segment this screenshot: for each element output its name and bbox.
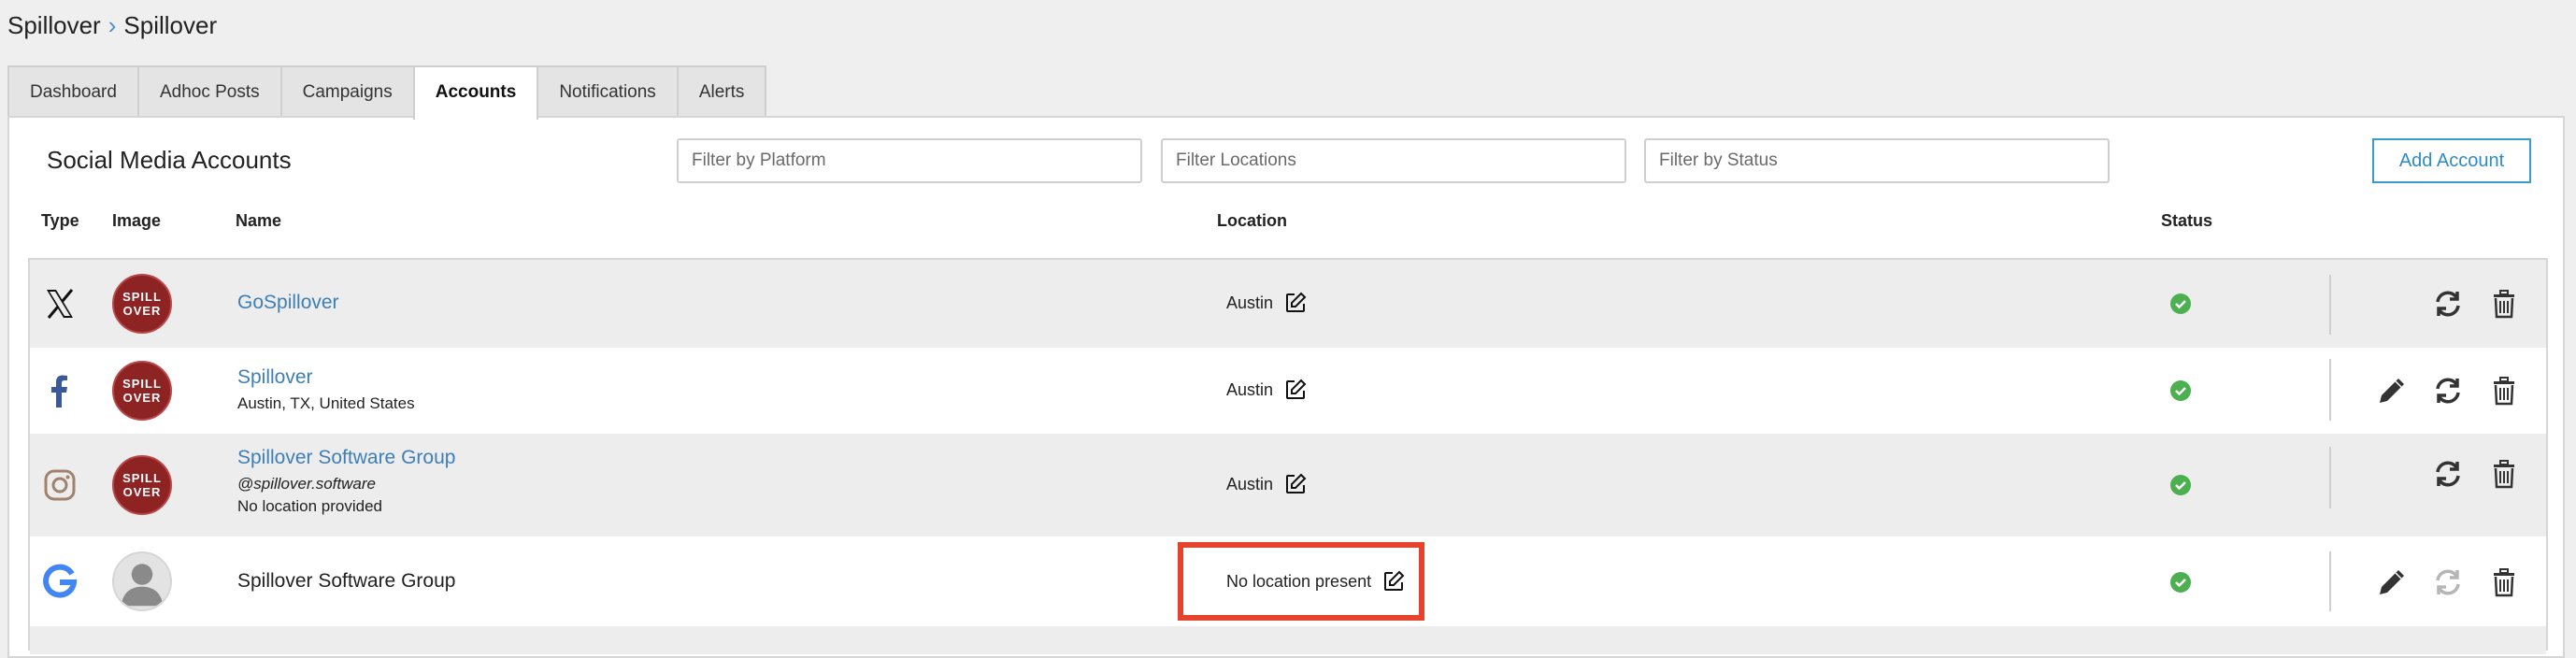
avatar-placeholder <box>112 551 172 611</box>
tab-alerts[interactable]: Alerts <box>676 65 767 116</box>
edit-location-icon[interactable] <box>1284 473 1307 495</box>
table-row: SPILL OVER GoSpillover Austin <box>30 260 2546 348</box>
trash-icon[interactable] <box>2488 288 2520 320</box>
status-ok-icon <box>2170 293 2191 314</box>
tab-accounts[interactable]: Accounts <box>412 65 539 120</box>
refresh-icon[interactable] <box>2432 288 2464 320</box>
trash-icon[interactable] <box>2488 375 2520 407</box>
column-header-image: Image <box>112 211 162 230</box>
account-name-block: GoSpillover <box>237 292 339 314</box>
breadcrumb-root[interactable]: Spillover <box>7 11 101 40</box>
tab-campaigns[interactable]: Campaigns <box>279 65 415 116</box>
google-icon <box>43 564 78 598</box>
tab-dashboard[interactable]: Dashboard <box>7 65 139 116</box>
x-icon <box>47 289 74 319</box>
table-row <box>30 626 2546 654</box>
actions-divider <box>2329 275 2331 335</box>
instagram-icon <box>44 469 76 501</box>
column-header-type: Type <box>41 211 79 230</box>
filter-locations-input[interactable] <box>1161 138 1626 183</box>
account-handle: @spillover.software <box>237 475 376 493</box>
refresh-icon[interactable] <box>2432 458 2464 490</box>
location-cell: Austin <box>1226 292 1307 314</box>
trash-icon[interactable] <box>2488 566 2520 598</box>
filter-status-input[interactable] <box>1644 138 2110 183</box>
actions-divider <box>2329 359 2331 421</box>
trash-icon[interactable] <box>2488 458 2520 490</box>
account-name-block: Spillover Austin, TX, United States <box>237 366 415 413</box>
account-name-block: Spillover Software Group <box>237 570 455 593</box>
column-header-name: Name <box>236 211 282 230</box>
pencil-icon[interactable] <box>2376 566 2408 598</box>
account-name-link[interactable]: GoSpillover <box>237 292 339 314</box>
account-subtitle: Austin, TX, United States <box>237 394 415 412</box>
facebook-icon <box>51 375 67 408</box>
refresh-icon-disabled <box>2436 569 2460 595</box>
location-cell: Austin <box>1226 473 1307 495</box>
refresh-icon[interactable] <box>2432 375 2464 407</box>
add-account-button[interactable]: Add Account <box>2372 138 2531 183</box>
table-row: SPILL OVER Spillover Software Group @spil… <box>30 434 2546 536</box>
actions-divider <box>2329 447 2331 508</box>
location-text: Austin <box>1226 474 1274 494</box>
avatar: SPILL OVER <box>112 361 172 421</box>
breadcrumb: Spillover › Spillover <box>7 11 217 40</box>
avatar: SPILL OVER <box>112 455 172 515</box>
avatar: SPILL OVER <box>112 274 172 334</box>
column-header-status: Status <box>2161 211 2213 230</box>
edit-location-icon[interactable] <box>1284 379 1307 401</box>
accounts-panel: Social Media Accounts Add Account Type I… <box>7 116 2565 658</box>
account-name-link[interactable]: Spillover <box>237 366 415 389</box>
tab-notifications[interactable]: Notifications <box>537 65 679 116</box>
account-name-link[interactable]: Spillover Software Group <box>237 447 455 469</box>
column-header-location: Location <box>1217 211 1287 230</box>
tab-adhoc-posts[interactable]: Adhoc Posts <box>136 65 282 116</box>
pencil-icon[interactable] <box>2376 375 2408 407</box>
status-ok-icon <box>2170 572 2191 593</box>
account-subtitle: No location provided <box>237 497 382 515</box>
actions-divider <box>2329 551 2331 611</box>
user-icon <box>121 564 164 607</box>
highlight-box <box>1178 542 1424 621</box>
tab-bar: Dashboard Adhoc Posts Campaigns Accounts… <box>7 65 767 120</box>
location-cell: Austin <box>1226 379 1307 401</box>
chevron-right-icon: › <box>107 11 117 39</box>
location-text: Austin <box>1226 379 1274 399</box>
account-name-block: Spillover Software Group @spillover.soft… <box>237 447 455 516</box>
table-row: SPILL OVER Spillover Austin, TX, United S… <box>30 348 2546 434</box>
location-text: Austin <box>1226 293 1274 312</box>
account-name: Spillover Software Group <box>237 570 456 592</box>
panel-title: Social Media Accounts <box>47 146 292 174</box>
filter-platform-input[interactable] <box>677 138 1142 183</box>
status-ok-icon <box>2170 475 2191 495</box>
status-ok-icon <box>2170 380 2191 401</box>
breadcrumb-current: Spillover <box>123 11 218 39</box>
edit-location-icon[interactable] <box>1284 292 1307 314</box>
